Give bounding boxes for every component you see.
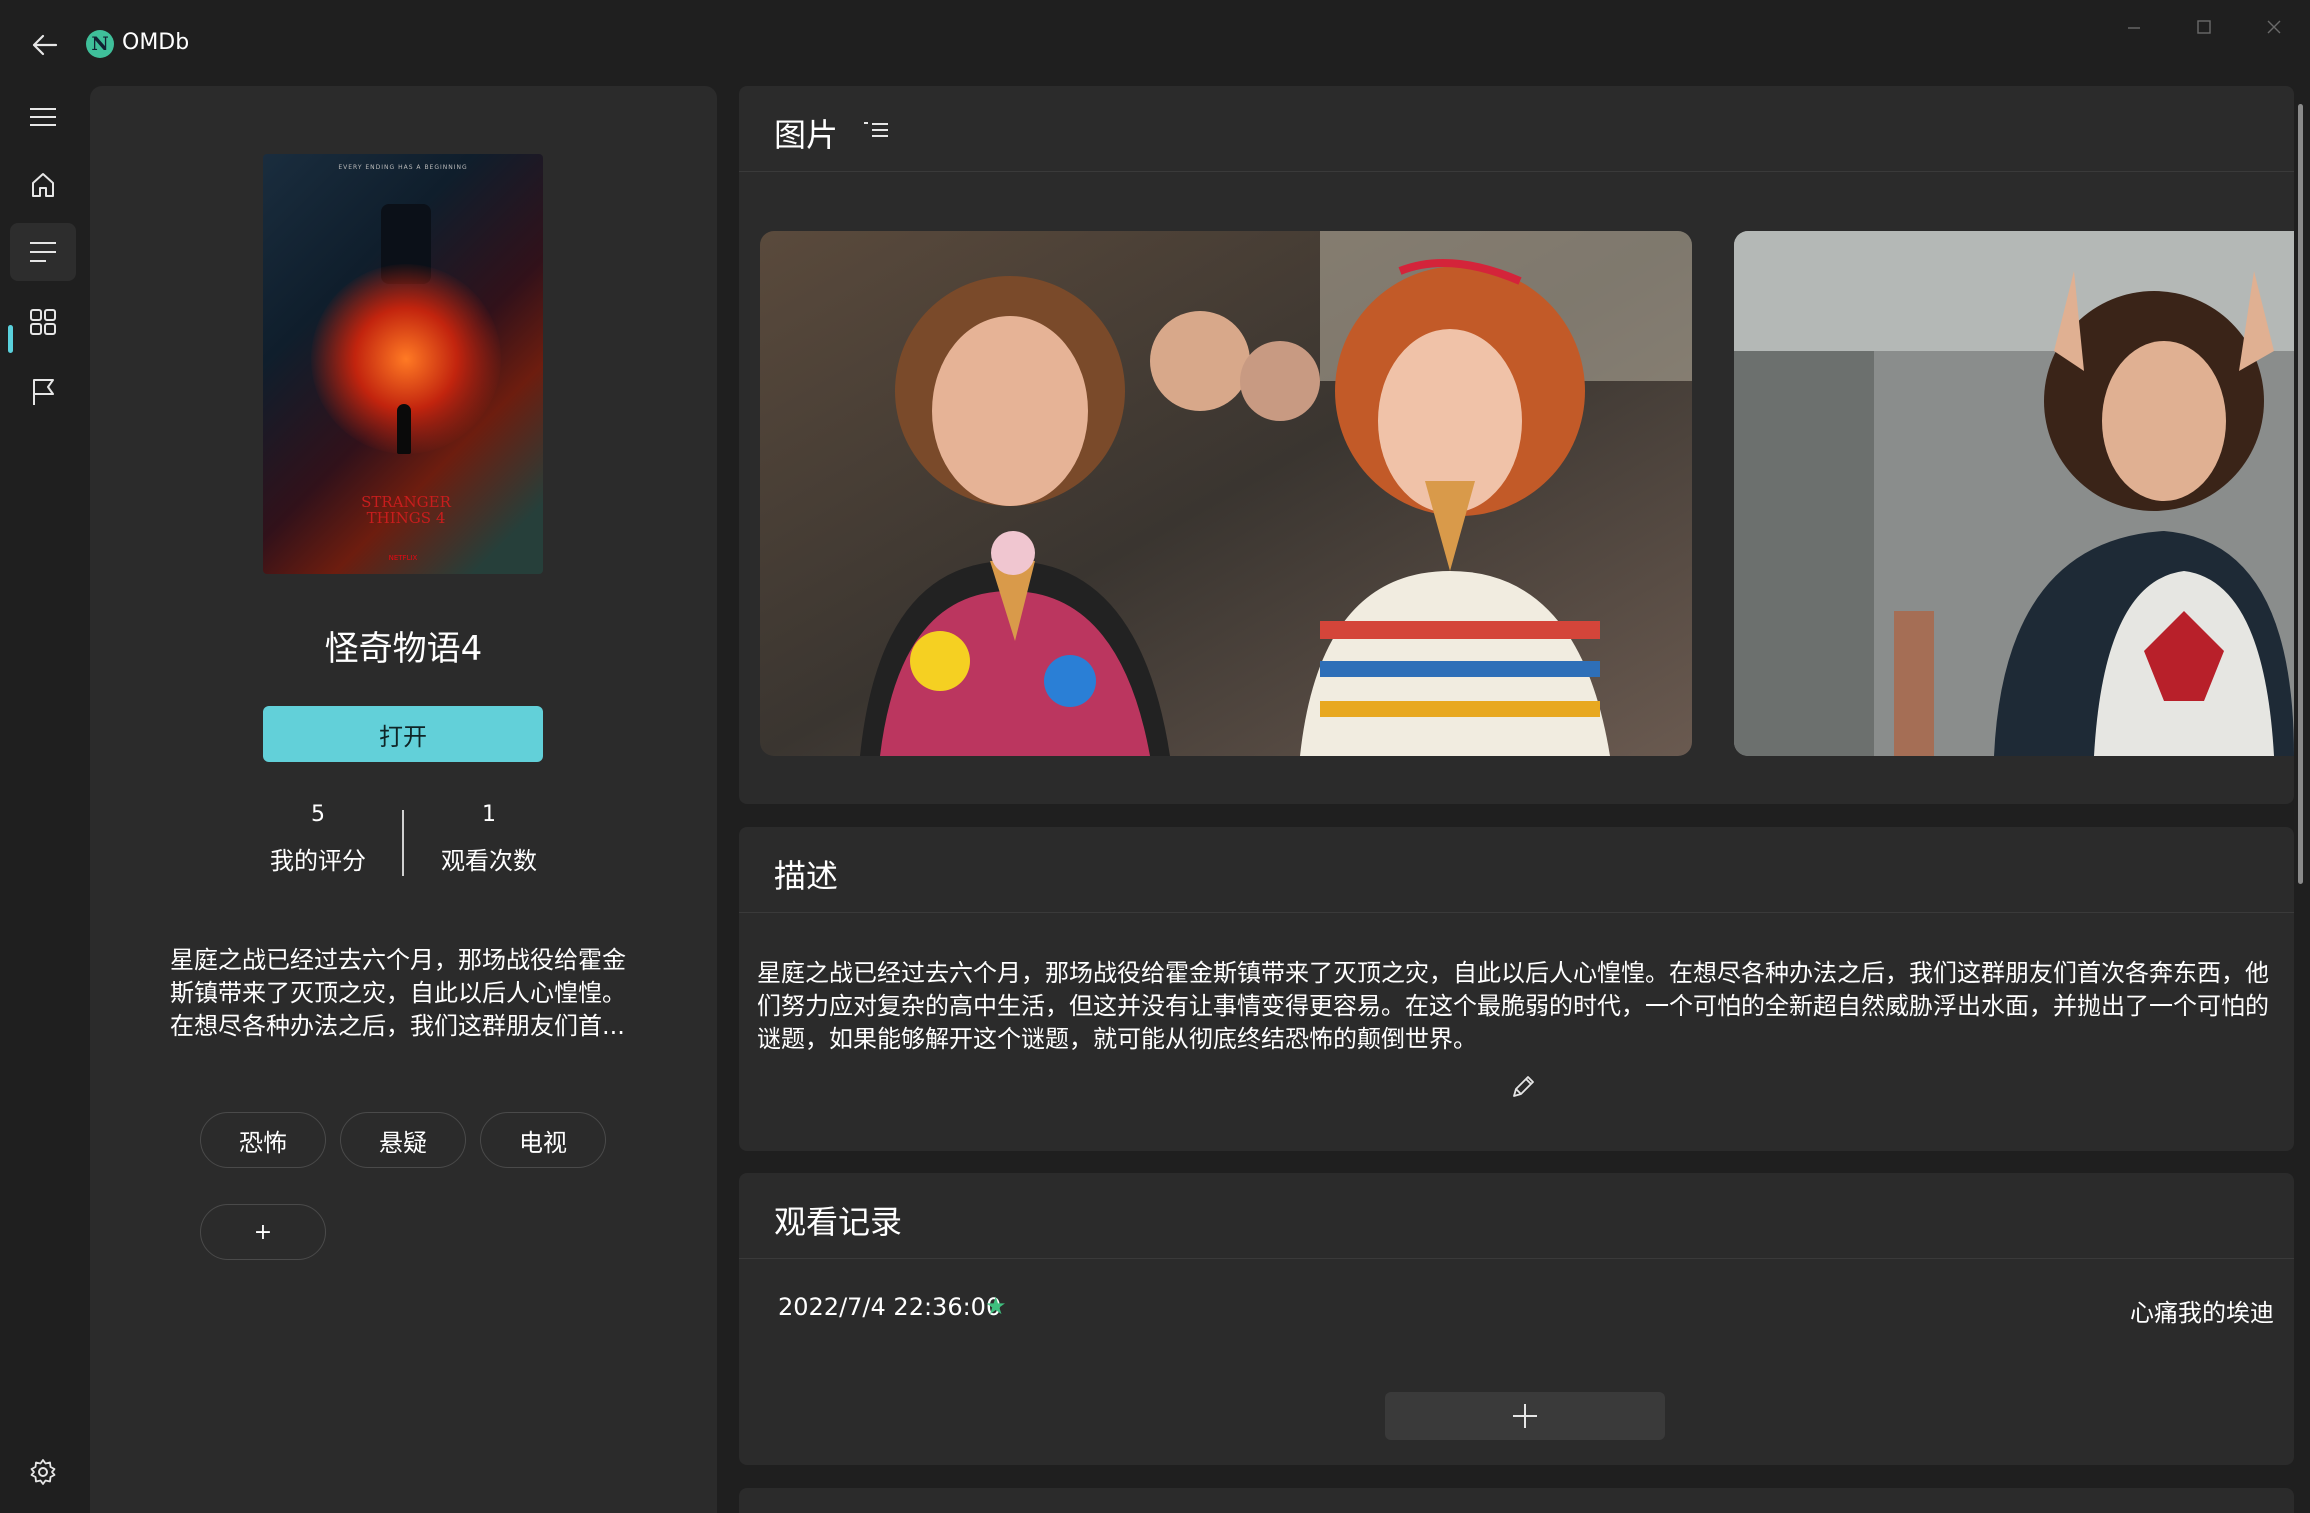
images-card: 图片 [739,86,2294,804]
poster-studio: NETFLIX [388,554,418,562]
movie-title: 怪奇物语4 [324,629,483,669]
stat-watch-count: 1 观看次数 [404,802,574,876]
app-title: OMDb [122,30,190,55]
description-text: 星庭之战已经过去六个月，那场战役给霍金斯镇带来了灭顶之灾，自此以后人心惶惶。在想… [757,959,2269,1053]
minimize-button[interactable] [2104,12,2164,42]
description-title: 描述 [774,857,839,895]
history-row[interactable]: 2022/7/4 22:36:00 ★ 心痛我的埃迪 [739,1283,2294,1333]
back-button[interactable] [24,24,66,66]
title-bar: N OMDb [0,0,2310,88]
stat-my-rating: 5 我的评分 [233,802,403,876]
poster-logo-text: STRANGER THINGS 4 [351,494,461,526]
tag-mystery[interactable]: 悬疑 [340,1112,466,1168]
next-card [739,1488,2294,1513]
nav-item-grid[interactable] [10,293,76,351]
watch-count-label: 观看次数 [441,847,537,875]
description-card: 描述 星庭之战已经过去六个月，那场战役给霍金斯镇带来了灭顶之灾，自此以后人心惶惶… [739,827,2294,1151]
close-button[interactable] [2244,12,2304,42]
flag-icon [33,379,54,405]
sort-button[interactable] [863,120,889,144]
nav-item-flag[interactable] [10,363,76,421]
images-title: 图片 [774,116,839,154]
add-tag-button[interactable]: + [200,1204,326,1260]
grid-icon [30,309,56,335]
nav-item-list[interactable] [10,223,76,281]
photo-2[interactable] [1734,231,2294,756]
arrow-left-icon [32,34,58,56]
navigation-rail [0,88,84,1513]
maximize-button[interactable] [2174,12,2234,42]
sort-icon [864,122,888,137]
tag-horror[interactable]: 恐怖 [200,1112,326,1168]
edit-description-button[interactable] [1509,1073,1537,1105]
photo-1[interactable] [760,231,1692,756]
movie-summary: 星庭之战已经过去六个月，那场战役给霍金斯镇带来了灭顶之灾，自此以后人心惶惶。在想… [170,946,626,1040]
watch-history-card: 观看记录 2022/7/4 22:36:00 ★ 心痛我的埃迪 [739,1173,2294,1465]
vertical-scrollbar[interactable] [2298,104,2303,884]
open-button[interactable]: 打开 [263,706,543,762]
rating-value: 5 [311,802,325,827]
minimize-icon [2128,27,2140,29]
star-icon: ★ [985,1292,1007,1320]
photo-2-image [1734,231,2294,756]
close-icon [2267,20,2281,34]
poster-season-number: 4 [435,509,446,527]
list-icon [30,242,56,262]
gear-icon [30,1459,56,1485]
images-card-header: 图片 [739,86,2294,172]
movie-detail-panel: EVERY ENDING HAS A BEGINNING STRANGER TH… [90,86,717,1513]
add-history-button[interactable] [1385,1392,1665,1440]
menu-toggle-button[interactable] [10,88,76,146]
history-datetime: 2022/7/4 22:36:00 [778,1293,1002,1321]
home-icon [32,173,54,197]
pencil-icon [1513,1076,1534,1097]
hamburger-menu-icon [30,108,56,126]
rating-label: 我的评分 [270,847,366,875]
app-logo: N [86,30,114,58]
watch-count-value: 1 [482,802,496,827]
maximize-icon [2197,20,2211,34]
description-card-header: 描述 [739,827,2294,913]
poster-figure [397,404,411,454]
poster-tagline: EVERY ENDING HAS A BEGINNING [338,164,468,171]
history-note: 心痛我的埃迪 [2130,1299,2274,1327]
nav-item-home[interactable] [10,156,76,214]
photo-1-image [760,231,1692,756]
movie-poster: EVERY ENDING HAS A BEGINNING STRANGER TH… [263,154,543,574]
plus-icon [1513,1404,1537,1428]
tag-tv[interactable]: 电视 [480,1112,606,1168]
settings-button[interactable] [10,1443,76,1501]
history-card-header: 观看记录 [739,1173,2294,1259]
history-title: 观看记录 [774,1203,903,1241]
